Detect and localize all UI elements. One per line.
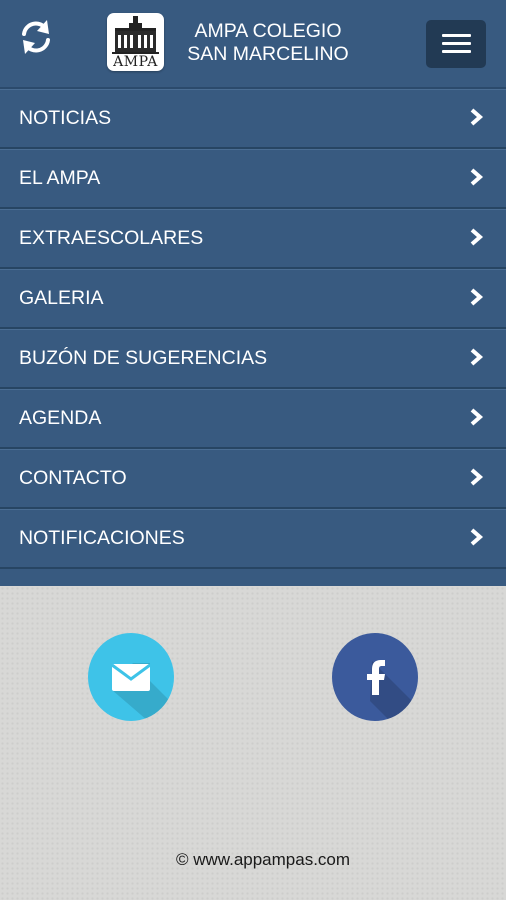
- email-button[interactable]: [88, 633, 174, 721]
- nav-item-notificaciones[interactable]: NOTIFICACIONES: [0, 509, 506, 569]
- nav-item-label: BUZÓN DE SUGERENCIAS: [19, 347, 268, 369]
- app-title-line1: AMPA COLEGIO: [194, 20, 342, 42]
- nav-item-galeria[interactable]: GALERIA: [0, 269, 506, 329]
- menu-bar-middle: [442, 42, 471, 45]
- header-bar: AMPA AMPA COLEGIO SAN MARCELINO: [0, 0, 506, 89]
- menu-bar-top: [442, 34, 471, 37]
- chevron-right-icon: [470, 528, 484, 546]
- building-logo-icon: [112, 16, 159, 54]
- nav-item-label: NOTIFICACIONES: [19, 527, 185, 549]
- logo-text: AMPA: [113, 54, 158, 70]
- chevron-right-icon: [470, 288, 484, 306]
- chevron-right-icon: [470, 228, 484, 246]
- nav-item-contacto[interactable]: CONTACTO: [0, 449, 506, 509]
- main-nav-list: NOTICIAS EL AMPA EXTRAESCOLARES GALERIA …: [0, 89, 506, 586]
- copyright-text: © www.appampas.com: [175, 850, 351, 869]
- app-root: AMPA AMPA COLEGIO SAN MARCELINO NOTICIAS…: [0, 0, 506, 900]
- chevron-right-icon: [470, 408, 484, 426]
- nav-item-label: CONTACTO: [19, 467, 127, 489]
- refresh-icon: [22, 20, 50, 54]
- footer: © www.appampas.com: [0, 586, 506, 900]
- facebook-button[interactable]: [332, 633, 418, 721]
- hamburger-menu-button[interactable]: [426, 20, 486, 68]
- app-title: AMPA COLEGIO SAN MARCELINO: [170, 20, 366, 66]
- nav-item-noticias[interactable]: NOTICIAS: [0, 89, 506, 149]
- nav-item-buzon-sugerencias[interactable]: BUZÓN DE SUGERENCIAS: [0, 329, 506, 389]
- ampa-logo: AMPA: [107, 13, 164, 71]
- nav-item-label: NOTICIAS: [19, 107, 112, 129]
- facebook-icon: [367, 660, 418, 721]
- nav-item-label: AGENDA: [19, 407, 102, 429]
- chevron-right-icon: [470, 108, 484, 126]
- envelope-icon: [111, 663, 174, 721]
- nav-item-label: EXTRAESCOLARES: [19, 227, 204, 249]
- menu-bar-bottom: [442, 50, 471, 53]
- chevron-right-icon: [470, 468, 484, 486]
- refresh-button[interactable]: [16, 17, 56, 57]
- nav-item-label: GALERIA: [19, 287, 104, 309]
- nav-item-agenda[interactable]: AGENDA: [0, 389, 506, 449]
- nav-item-extraescolares[interactable]: EXTRAESCOLARES: [0, 209, 506, 269]
- chevron-right-icon: [470, 348, 484, 366]
- chevron-right-icon: [470, 168, 484, 186]
- app-title-line2: SAN MARCELINO: [187, 43, 349, 65]
- nav-item-label: EL AMPA: [19, 167, 101, 189]
- nav-item-el-ampa[interactable]: EL AMPA: [0, 149, 506, 209]
